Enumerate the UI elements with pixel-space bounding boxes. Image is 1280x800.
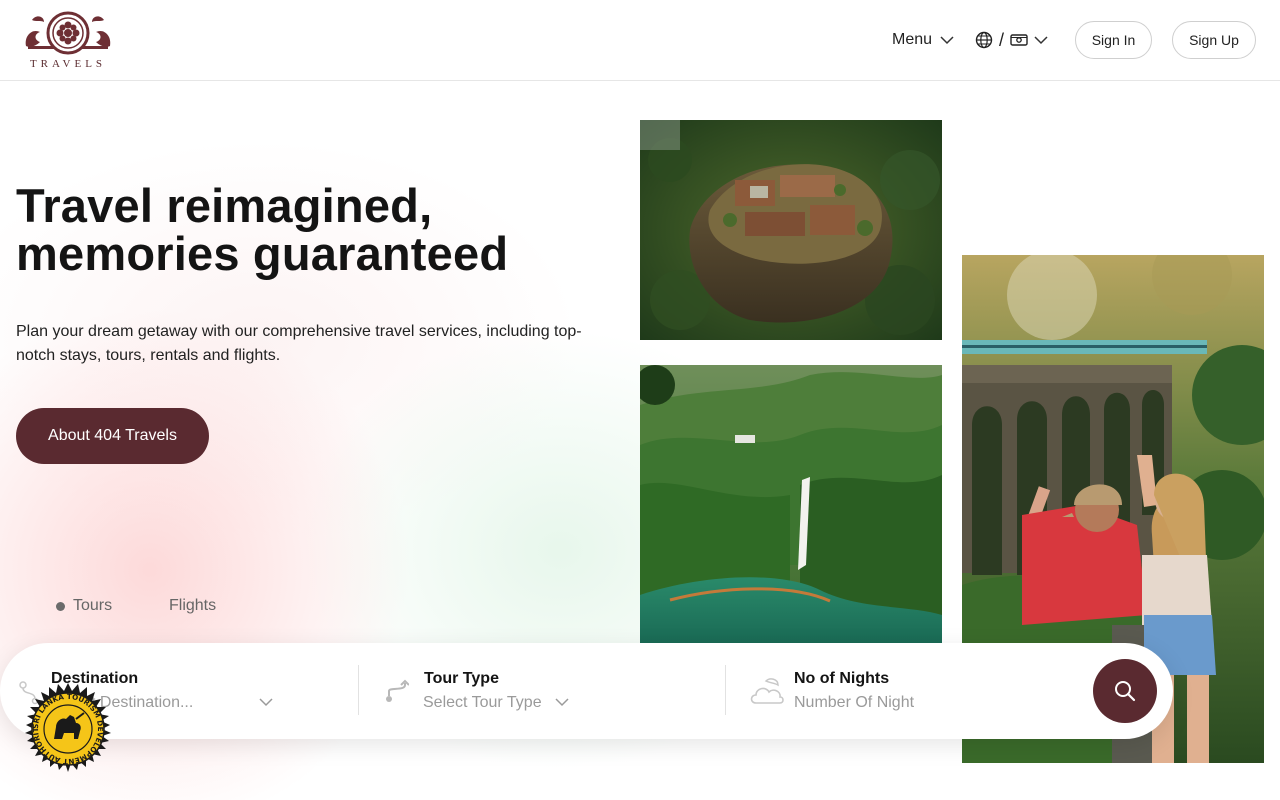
nights-field[interactable]: No of Nights Number Of Night <box>726 643 1086 739</box>
tourism-authority-seal[interactable]: SRI LANKA TOURISM DEVELOPMENT AUTHORITY <box>16 676 116 779</box>
brand-logo[interactable]: TRAVELS <box>22 10 114 72</box>
search-button[interactable] <box>1093 659 1157 723</box>
headline-line-2: memories guaranteed <box>16 227 509 280</box>
chevron-down-icon <box>259 698 273 707</box>
waterfall-photo <box>640 365 942 643</box>
logo-text: TRAVELS <box>29 58 107 70</box>
lang-separator: / <box>999 29 1005 50</box>
sign-in-button[interactable]: Sign In <box>1075 21 1152 59</box>
nights-input[interactable]: Number Of Night <box>794 694 914 712</box>
tab-flights-label: Flights <box>169 597 217 614</box>
hero-headline: Travel reimagined, memories guaranteed <box>16 182 616 278</box>
menu-label: Menu <box>892 31 933 48</box>
route-icon <box>386 679 409 702</box>
tour-type-select[interactable]: Select Tour Type <box>423 694 542 712</box>
active-tab-dot <box>56 601 65 611</box>
nights-label: No of Nights <box>794 670 890 687</box>
globe-icon <box>975 31 993 49</box>
search-bar: Destination Select Destination... Tour T… <box>0 643 1173 739</box>
tab-tours[interactable]: Tours <box>56 597 112 615</box>
sign-up-button[interactable]: Sign Up <box>1172 21 1256 59</box>
tab-flights[interactable]: Flights <box>169 597 216 615</box>
headline-line-1: Travel reimagined, <box>16 179 433 232</box>
search-icon <box>1115 681 1136 702</box>
seal-badge-icon: SRI LANKA TOURISM DEVELOPMENT AUTHORITY <box>16 676 111 772</box>
chevron-down-icon <box>940 36 954 45</box>
chevron-down-icon <box>1034 36 1048 45</box>
currency-icon <box>1010 34 1028 46</box>
tour-type-label: Tour Type <box>424 670 499 687</box>
site-header: TRAVELS Menu / Sign In Sign Up <box>0 0 1280 81</box>
tab-tours-label: Tours <box>73 597 113 614</box>
chevron-down-icon <box>555 698 569 707</box>
rock-fortress-photo <box>640 120 942 340</box>
about-button[interactable]: About 404 Travels <box>16 408 209 464</box>
tour-type-field[interactable]: Tour Type Select Tour Type <box>359 643 725 739</box>
logo-emblem-icon <box>25 11 111 55</box>
language-currency-selector[interactable]: / <box>975 30 1048 50</box>
weather-icon <box>750 678 784 704</box>
menu-dropdown[interactable]: Menu <box>892 30 954 50</box>
hero-subtext: Plan your dream getaway with our compreh… <box>16 323 582 364</box>
